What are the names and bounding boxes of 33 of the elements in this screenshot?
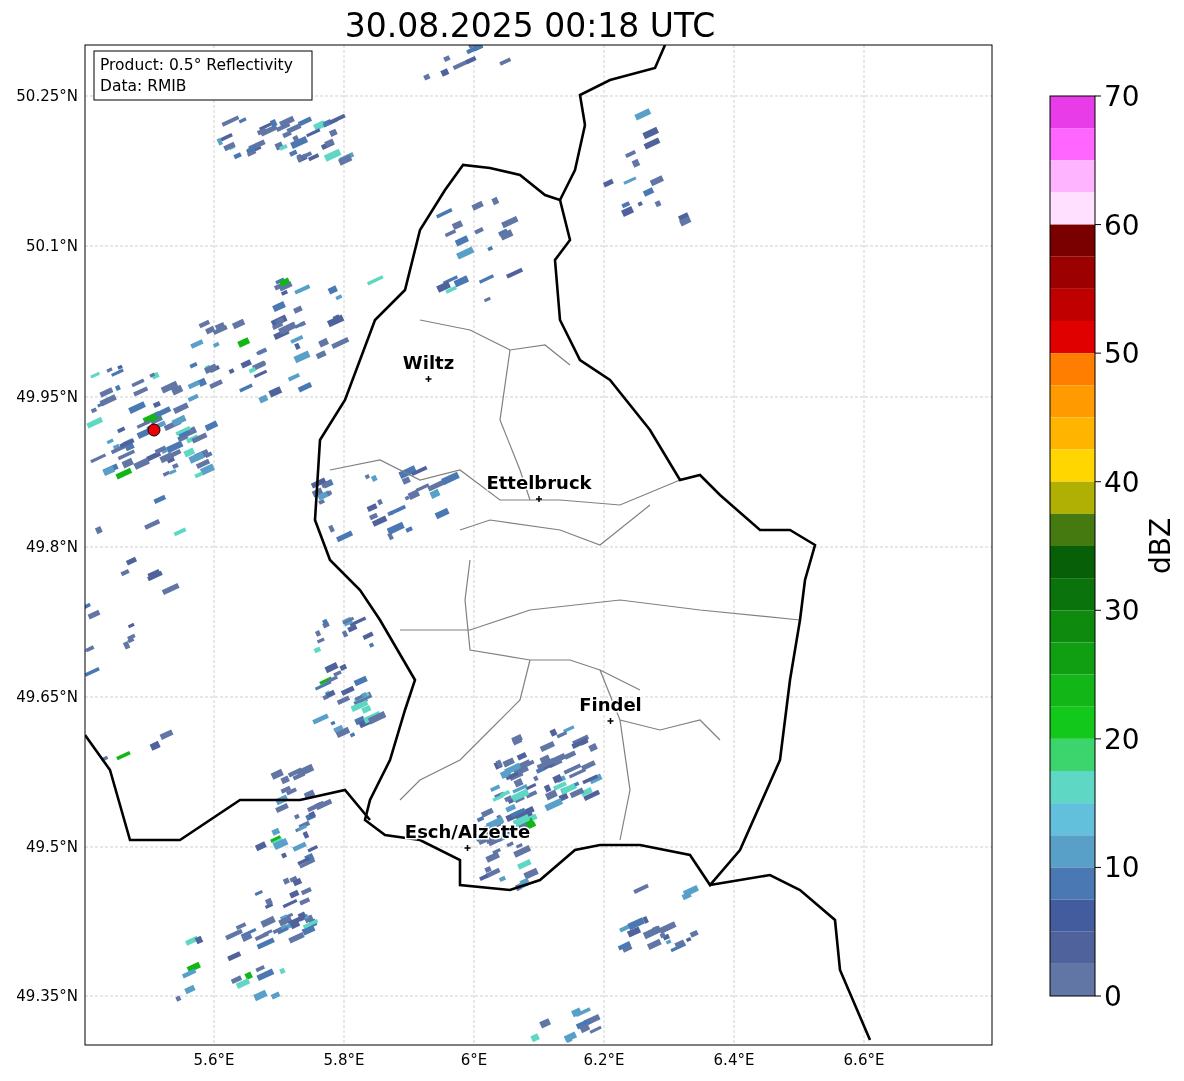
- x-tick-label: 6°E: [460, 1051, 488, 1069]
- city-label: Ettelbruck: [486, 472, 592, 493]
- colorbar-tick-label: 50: [1104, 337, 1140, 371]
- x-tick-label: 6.2°E: [583, 1051, 625, 1069]
- info-text: Product: 0.5° Reflectivity: [100, 56, 293, 74]
- city-marker-icon: [535, 495, 543, 503]
- chart-title: 30.08.2025 00:18 UTC: [344, 6, 716, 45]
- y-tick-label: 49.35°N: [16, 987, 78, 1005]
- y-tick-label: 49.8°N: [25, 538, 78, 556]
- info-text: Data: RMIB: [100, 77, 187, 95]
- city-marker-icon: [424, 375, 433, 383]
- y-tick-label: 50.25°N: [16, 87, 78, 105]
- colorbar-tick-label: 30: [1104, 594, 1140, 628]
- city-marker-icon: [463, 844, 472, 852]
- y-tick-label: 49.65°N: [16, 688, 78, 706]
- colorbar-tick-label: 60: [1104, 208, 1140, 242]
- radar-site-marker: [147, 423, 161, 437]
- x-tick-label: 6.4°E: [713, 1051, 755, 1069]
- city-label: Wiltz: [402, 352, 455, 373]
- x-tick-label: 5.6°E: [193, 1051, 235, 1069]
- x-tick-label: 5.8°E: [323, 1051, 365, 1069]
- colorbar-tick-label: 0: [1104, 980, 1122, 1013]
- y-tick-label: 49.5°N: [25, 838, 78, 856]
- colorbar-tick-label: 70: [1104, 80, 1140, 113]
- y-tick-label: 49.95°N: [16, 388, 78, 406]
- colorbar-label: dBZ: [1144, 517, 1177, 575]
- city-label: Findel: [579, 694, 642, 715]
- x-tick-label: 6.6°E: [843, 1051, 885, 1069]
- y-tick-label: 50.1°N: [25, 237, 78, 255]
- colorbar-tick-label: 20: [1104, 722, 1140, 756]
- colorbar-tick-label: 10: [1104, 851, 1140, 885]
- colorbar-tick-label: 40: [1104, 465, 1140, 499]
- city-marker-icon: [606, 717, 615, 725]
